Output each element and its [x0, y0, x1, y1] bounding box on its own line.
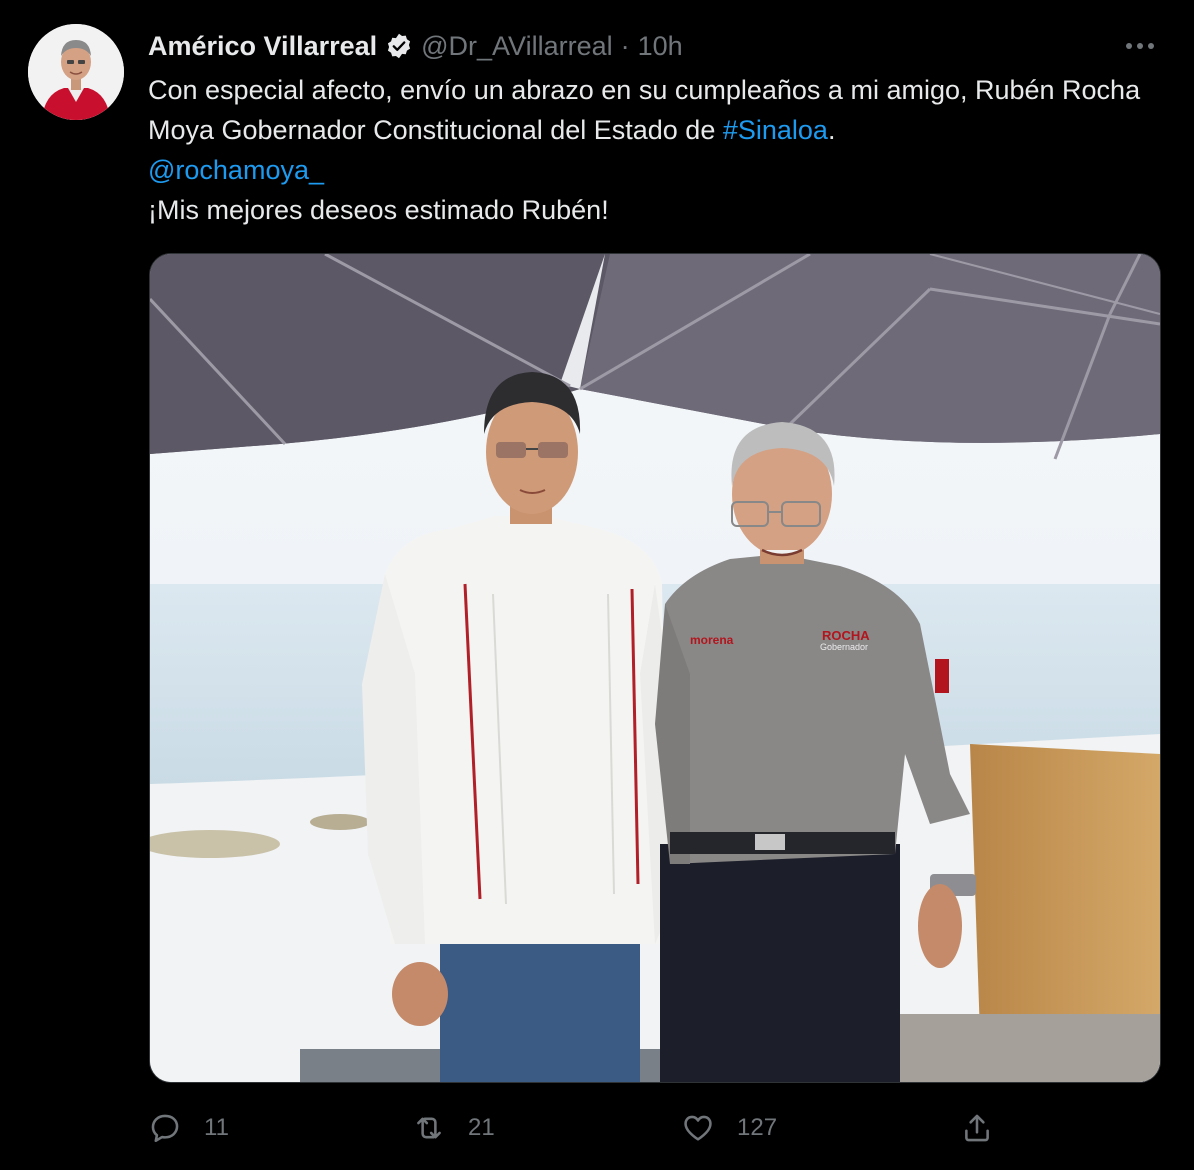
mention-link[interactable]: @rochamoya_ [148, 155, 324, 185]
tweet-header: Américo Villarreal @Dr_AVillarreal · 10h [148, 26, 683, 66]
more-options-button[interactable] [1124, 34, 1156, 58]
retweet-button[interactable]: 21 [412, 1106, 495, 1150]
hashtag-link[interactable]: #Sinaloa [723, 115, 828, 145]
retweet-count: 21 [468, 1114, 495, 1141]
reply-icon [151, 1114, 179, 1143]
author-name[interactable]: Américo Villarreal [148, 31, 377, 62]
tweet-text-main: Con especial afecto, envío un abrazo en … [148, 75, 1141, 145]
share-icon [965, 1114, 989, 1142]
header-separator: · [620, 30, 630, 61]
shirt-text-left: morena [690, 633, 734, 647]
author-handle[interactable]: @Dr_AVillarreal [421, 31, 612, 62]
share-button[interactable] [960, 1106, 994, 1150]
tweet-actions: 11 21 127 [148, 1106, 1018, 1150]
retweet-icon [417, 1117, 441, 1139]
shirt-text-right-top: ROCHA [822, 628, 870, 643]
reply-count: 11 [204, 1114, 229, 1141]
tweet-timestamp[interactable]: 10h [638, 31, 683, 62]
author-avatar[interactable] [28, 24, 124, 120]
ellipsis-icon [1126, 43, 1154, 49]
like-button[interactable]: 127 [681, 1106, 777, 1150]
shirt-text-right-bottom: Gobernador [820, 642, 868, 652]
tweet-text-closing: ¡Mis mejores deseos estimado Rubén! [148, 195, 609, 225]
tweet-text-period: . [827, 115, 836, 145]
tweet-text: Con especial afecto, envío un abrazo en … [148, 70, 1158, 230]
tweet-article[interactable]: Américo Villarreal @Dr_AVillarreal · 10h… [0, 0, 1194, 1170]
tweet-photo[interactable]: morena ROCHA Gobernador [149, 253, 1161, 1083]
tweet-text-paragraph: Con especial afecto, envío un abrazo en … [148, 70, 1158, 150]
like-count: 127 [737, 1114, 778, 1141]
reply-button[interactable]: 11 [148, 1106, 229, 1150]
heart-icon [684, 1115, 712, 1141]
verified-badge-icon [385, 32, 413, 60]
